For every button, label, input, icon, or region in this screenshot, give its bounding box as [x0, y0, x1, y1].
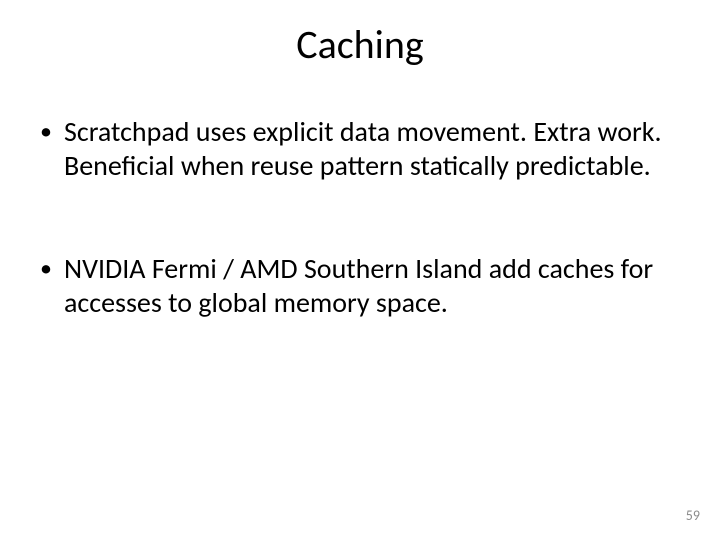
bullet-item: Scratchpad uses explicit data movement. …: [36, 115, 684, 182]
bullet-list: Scratchpad uses explicit data movement. …: [36, 115, 684, 319]
slide: Caching Scratchpad uses explicit data mo…: [0, 0, 720, 540]
slide-title: Caching: [0, 20, 720, 69]
bullet-item: NVIDIA Fermi / AMD Southern Island add c…: [36, 252, 684, 319]
slide-body: Scratchpad uses explicit data movement. …: [36, 115, 684, 389]
page-number: 59: [686, 507, 700, 524]
